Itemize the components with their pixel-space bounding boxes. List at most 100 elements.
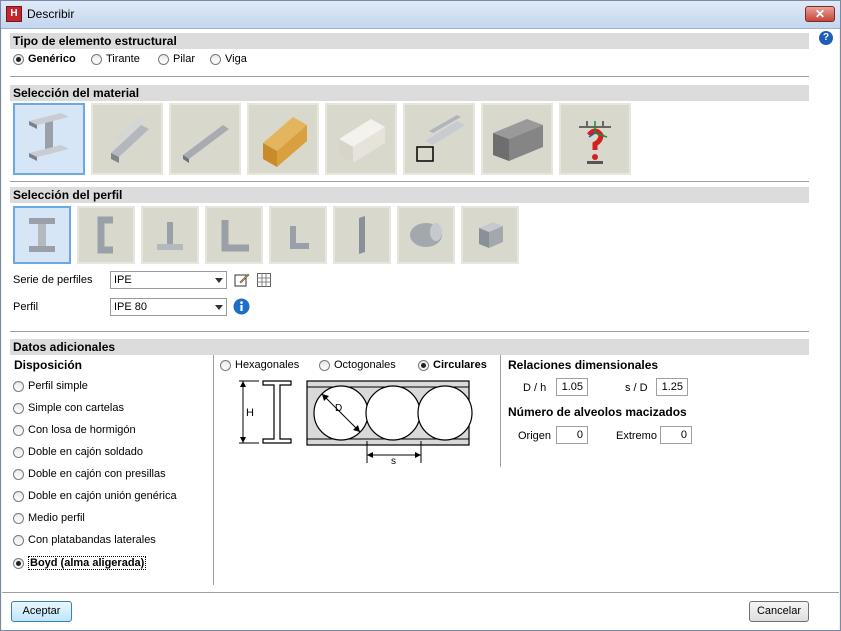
user-defined-profile-icon (565, 109, 625, 169)
profile-square-bar[interactable] (461, 206, 519, 264)
material-generic[interactable] (325, 103, 397, 175)
s-dimension-label: s (391, 456, 396, 467)
flat-bar-icon (339, 212, 385, 258)
radio-medio-perfil[interactable]: Medio perfil (13, 512, 85, 524)
radio-button[interactable] (418, 360, 429, 371)
chevron-down-icon (215, 278, 223, 283)
profile-i-section[interactable] (13, 206, 71, 264)
radio-generico[interactable]: Genérico (13, 53, 76, 65)
dh-label: D / h (523, 382, 546, 394)
separator (10, 76, 809, 77)
sd-label: s / D (625, 382, 648, 394)
profile-t-section[interactable] (141, 206, 199, 264)
describir-dialog: H Describir ✕ ? Tipo de elemento estruct… (0, 0, 841, 631)
angle-section-icon (211, 212, 257, 258)
radio-platabandas[interactable]: Con platabandas laterales (13, 534, 156, 546)
i-section-icon (19, 212, 65, 258)
profile-channel[interactable] (77, 206, 135, 264)
radio-button[interactable] (13, 535, 24, 546)
radio-label: Hexagonales (235, 359, 299, 371)
origen-label: Origen (518, 430, 551, 442)
radio-button[interactable] (220, 360, 231, 371)
radio-label: Circulares (433, 359, 487, 371)
radio-losa-hormigon[interactable]: Con losa de hormigón (13, 424, 136, 436)
radio-button[interactable] (91, 54, 102, 65)
radio-cajon-presillas[interactable]: Doble en cajón con presillas (13, 468, 166, 480)
separator (10, 181, 809, 182)
radio-button[interactable] (13, 381, 24, 392)
window-title: Describir (27, 7, 74, 21)
section-tipo-heading: Tipo de elemento estructural (10, 33, 809, 49)
section-material-heading: Selección del material (10, 85, 809, 101)
radio-button[interactable] (319, 360, 330, 371)
separator (10, 331, 809, 332)
help-icon[interactable]: ? (819, 31, 833, 45)
radio-simple-cartelas[interactable]: Simple con cartelas (13, 402, 124, 414)
radio-label: Boyd (alma aligerada) (28, 556, 146, 570)
material-composite-steel[interactable] (403, 103, 475, 175)
radio-button[interactable] (13, 558, 24, 569)
serie-select[interactable]: IPE (110, 271, 227, 289)
radio-label: Doble en cajón con presillas (28, 468, 166, 480)
profile-flat-bar[interactable] (333, 206, 391, 264)
timber-beam-icon (253, 109, 313, 169)
radio-label: Doble en cajón unión genérica (28, 490, 177, 502)
profile-small-angle[interactable] (269, 206, 327, 264)
footer-separator (2, 592, 839, 593)
radio-octogonales[interactable]: Octogonales (319, 359, 396, 371)
profile-angle[interactable] (205, 206, 263, 264)
radio-button[interactable] (158, 54, 169, 65)
alveolos-heading: Número de alveolos macizados (508, 405, 687, 419)
table-icon[interactable] (256, 272, 272, 288)
radio-label: Pilar (173, 53, 195, 65)
perfil-label: Perfil (13, 301, 38, 313)
radio-button[interactable] (13, 469, 24, 480)
close-button[interactable]: ✕ (805, 6, 835, 22)
section-perfil-heading: Selección del perfil (10, 187, 809, 203)
material-cold-formed-steel[interactable] (91, 103, 163, 175)
origen-input[interactable]: 0 (556, 426, 588, 444)
h-dimension-label: H (246, 407, 254, 419)
material-concrete[interactable] (481, 103, 553, 175)
material-aluminum-profile[interactable] (169, 103, 241, 175)
chevron-down-icon (215, 305, 223, 310)
radio-button[interactable] (13, 54, 24, 65)
radio-button[interactable] (13, 447, 24, 458)
radio-label: Doble en cajón soldado (28, 446, 143, 458)
accept-button[interactable]: Aceptar (11, 601, 72, 622)
sd-input[interactable]: 1.25 (656, 378, 688, 396)
radio-button[interactable] (13, 491, 24, 502)
radio-label: Perfil simple (28, 380, 88, 392)
radio-button[interactable] (13, 403, 24, 414)
radio-label: Viga (225, 53, 247, 65)
radio-viga[interactable]: Viga (210, 53, 247, 65)
material-user-defined[interactable] (559, 103, 631, 175)
edit-icon[interactable] (234, 272, 250, 288)
radio-hexagonales[interactable]: Hexagonales (220, 359, 299, 371)
radio-button[interactable] (13, 513, 24, 524)
radio-button[interactable] (210, 54, 221, 65)
radio-circulares[interactable]: Circulares (418, 359, 487, 371)
dh-input[interactable]: 1.05 (556, 378, 588, 396)
radio-cajon-generica[interactable]: Doble en cajón unión genérica (13, 490, 177, 502)
square-bar-icon (467, 212, 513, 258)
radio-pilar[interactable]: Pilar (158, 53, 195, 65)
extremo-label: Extremo (616, 430, 657, 442)
material-timber[interactable] (247, 103, 319, 175)
profile-round-bar[interactable] (397, 206, 455, 264)
cancel-button[interactable]: Cancelar (749, 601, 809, 622)
t-section-icon (147, 212, 193, 258)
info-icon[interactable] (233, 298, 250, 315)
radio-label: Tirante (106, 53, 140, 65)
radio-label: Medio perfil (28, 512, 85, 524)
material-steel-i-beam[interactable] (13, 103, 85, 175)
title-bar: H Describir ✕ (1, 1, 840, 29)
perfil-select[interactable]: IPE 80 (110, 298, 227, 316)
radio-boyd[interactable]: Boyd (alma aligerada) (13, 556, 146, 570)
extremo-input[interactable]: 0 (660, 426, 692, 444)
radio-tirante[interactable]: Tirante (91, 53, 140, 65)
channel-section-icon (83, 212, 129, 258)
radio-cajon-soldado[interactable]: Doble en cajón soldado (13, 446, 143, 458)
radio-button[interactable] (13, 425, 24, 436)
radio-perfil-simple[interactable]: Perfil simple (13, 380, 88, 392)
